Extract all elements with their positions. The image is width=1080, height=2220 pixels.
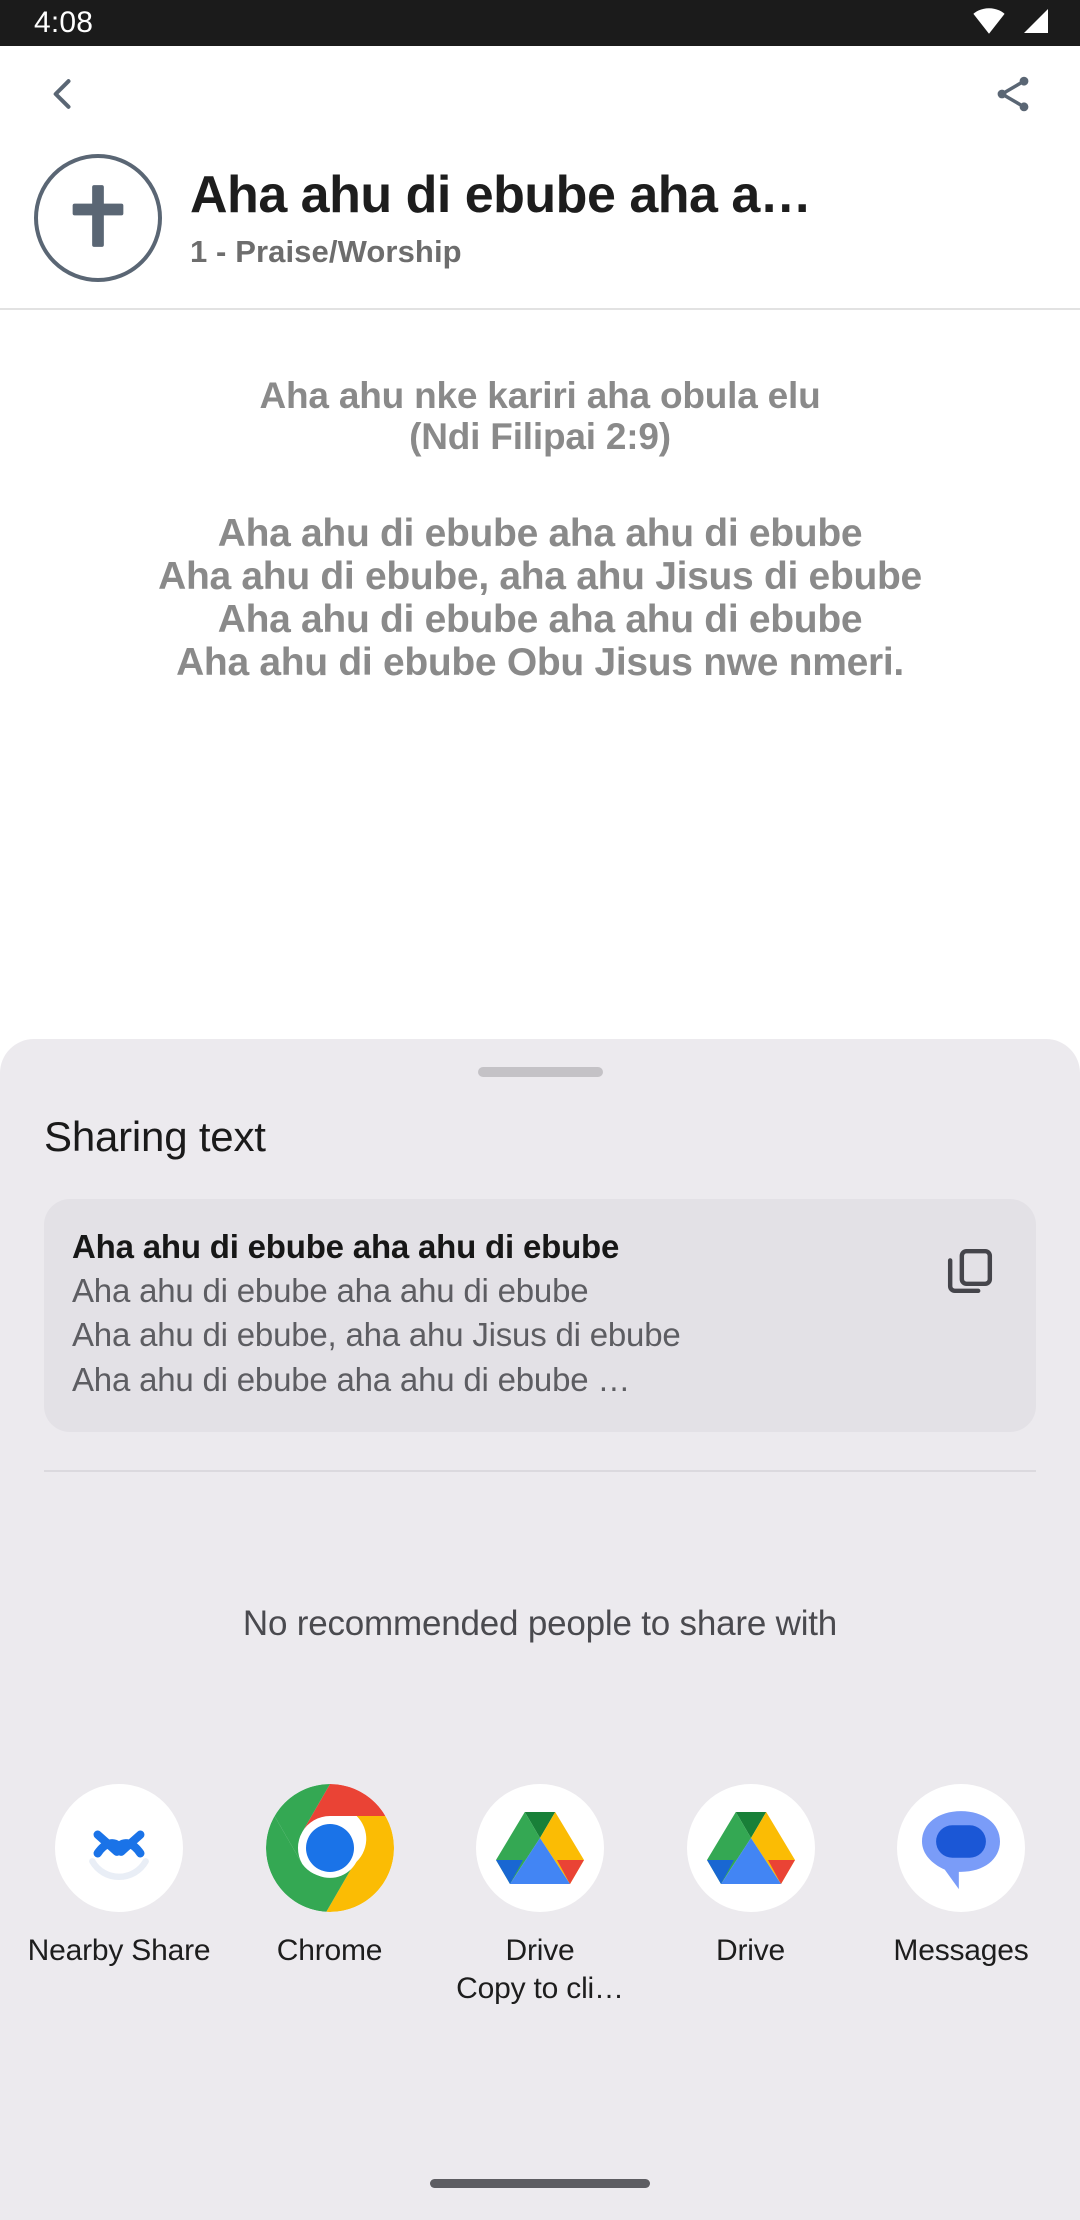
- no-recommendations-text: No recommended people to share with: [242, 1603, 838, 1643]
- share-target-sublabel: Copy to cli…: [456, 1971, 624, 2005]
- lyric-intro-line: Aha ahu nke kariri aha obula elu: [259, 375, 821, 416]
- copy-icon: [942, 1243, 998, 1304]
- share-target-label: Drive: [505, 1933, 575, 1967]
- share-sheet-title: Sharing text: [44, 1113, 266, 1160]
- google-messages-icon: [897, 1783, 1025, 1912]
- share-sheet: Sharing text Aha ahu di ebube aha ahu di…: [0, 1039, 1080, 2220]
- navigation-bar: [0, 2146, 1080, 2220]
- back-button[interactable]: [30, 63, 96, 129]
- nearby-share-icon: [55, 1783, 183, 1912]
- share-preview-card[interactable]: Aha ahu di ebube aha ahu di ebube Aha ah…: [44, 1199, 1036, 1432]
- avatar: [34, 154, 162, 282]
- status-bar: 4:08: [0, 0, 1080, 46]
- back-chevron-icon: [41, 72, 85, 121]
- share-target-messages[interactable]: Messages: [868, 1783, 1054, 2008]
- song-header: Aha ahu di ebube aha a… 1 - Praise/Worsh…: [0, 146, 1080, 308]
- share-target-label: Messages: [893, 1933, 1029, 1967]
- share-button[interactable]: [980, 63, 1046, 129]
- share-preview-line: Aha ahu di ebube aha ahu di ebube: [72, 1272, 589, 1310]
- share-target-label: Nearby Share: [27, 1933, 211, 1967]
- song-category: 1 - Praise/Worship: [190, 234, 462, 270]
- share-target-nearby-share[interactable]: Nearby Share: [26, 1783, 212, 2008]
- lyric-verse-line: Aha ahu di ebube aha ahu di ebube: [217, 512, 863, 556]
- lyrics-body: Aha ahu nke kariri aha obula elu (Ndi Fi…: [0, 310, 1080, 685]
- lyric-verse-line: Aha ahu di ebube Obu Jisus nwe nmeri.: [176, 641, 904, 685]
- share-preview-line: Aha ahu di ebube aha ahu di ebube …: [72, 1360, 631, 1398]
- status-bar-clock: 4:08: [34, 6, 94, 39]
- share-target-label: Drive: [715, 1933, 785, 1967]
- share-target-chrome[interactable]: Chrome: [237, 1783, 423, 2008]
- stanza-spacer: [30, 457, 1050, 513]
- song-title-block: Aha ahu di ebube aha a… 1 - Praise/Worsh…: [190, 166, 1054, 270]
- share-target-drive-copy[interactable]: Drive Copy to cli…: [447, 1783, 633, 2008]
- share-target-label: Chrome: [276, 1933, 383, 1967]
- cross-in-circle-icon: [59, 177, 137, 260]
- lyric-verse-line: Aha ahu di ebube aha ahu di ebube: [217, 598, 863, 642]
- cell-signal-icon: [1020, 5, 1052, 42]
- copy-button[interactable]: [922, 1225, 1018, 1321]
- wifi-icon: [972, 4, 1006, 43]
- chrome-icon: [265, 1783, 394, 1912]
- lyric-verse-line: Aha ahu di ebube, aha ahu Jisus di ebube: [158, 555, 922, 599]
- home-gesture-pill[interactable]: [430, 2178, 650, 2188]
- sheet-divider: [44, 1469, 1036, 1472]
- lyric-intro-line: (Ndi Filipai 2:9): [409, 415, 671, 457]
- app-bar: [0, 46, 1080, 146]
- page-title: Aha ahu di ebube aha a…: [190, 165, 812, 224]
- share-icon: [991, 72, 1035, 121]
- sheet-drag-handle[interactable]: [477, 1067, 603, 1077]
- share-target-drive[interactable]: Drive: [658, 1783, 844, 2008]
- google-drive-icon: [476, 1783, 604, 1912]
- share-preview-line: Aha ahu di ebube, aha ahu Jisus di ebube: [72, 1316, 681, 1354]
- google-drive-icon: [686, 1783, 815, 1912]
- status-bar-icons: [972, 4, 1052, 43]
- share-target-row: Nearby Share Chrome Drive Copy to cli… D…: [0, 1783, 1080, 2008]
- share-preview-text: Aha ahu di ebube aha ahu di ebube Aha ah…: [72, 1225, 908, 1402]
- share-preview-title: Aha ahu di ebube aha ahu di ebube: [72, 1228, 620, 1265]
